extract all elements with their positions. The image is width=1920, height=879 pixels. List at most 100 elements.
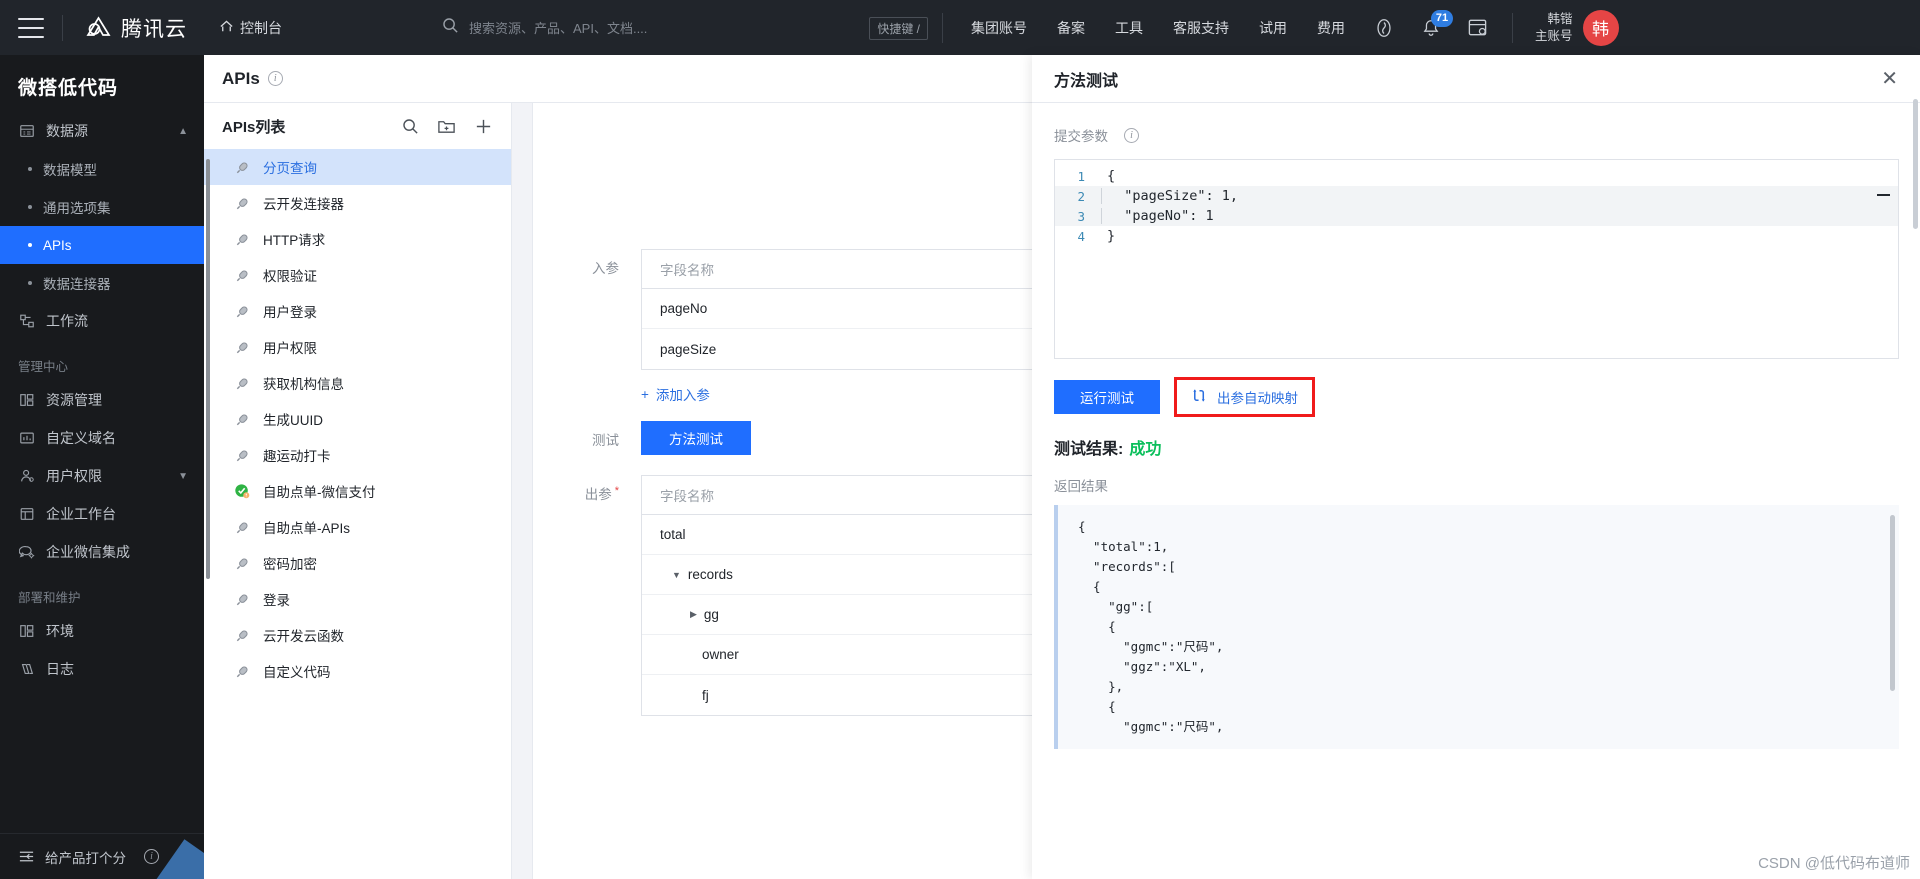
sidebar-item-data-model[interactable]: 数据模型 [0, 150, 204, 188]
api-list-item-12[interactable]: 密码加密 [204, 545, 511, 581]
search-icon[interactable] [402, 118, 419, 135]
sidebar-item-resource-mgmt[interactable]: 资源管理 [0, 381, 204, 419]
line-number: 1 [1077, 168, 1085, 184]
code-text: "pageNo": 1 [1101, 208, 1214, 224]
code-line-1[interactable]: 1{ [1055, 166, 1898, 186]
api-list-item-13[interactable]: 登录 [204, 581, 511, 617]
test-result-label: 测试结果: [1054, 441, 1124, 458]
table-row[interactable]: owner [642, 635, 1060, 675]
new-folder-icon[interactable] [437, 117, 456, 136]
left-sidebar: 微搭低代码 数据源 ▲ 数据模型 通用选项集 APIs 数据连接器 工作流 管理… [0, 55, 204, 879]
plug-icon [234, 591, 251, 608]
api-list-item-2[interactable]: 云开发连接器 [204, 185, 511, 221]
sidebar-item-logs[interactable]: 日志 [0, 650, 204, 688]
code-line-4[interactable]: 4} [1055, 226, 1898, 246]
nav-item-trial[interactable]: 试用 [1259, 18, 1287, 38]
sidebar-item-label: 资源管理 [46, 392, 102, 408]
code-line-2[interactable]: 2 "pageSize": 1, [1055, 186, 1898, 206]
avatar[interactable]: 韩 [1582, 9, 1619, 46]
sidebar-item-option-sets[interactable]: 通用选项集 [0, 188, 204, 226]
rate-corner-decoration [150, 839, 204, 879]
header-icon-group: 71 [1373, 9, 1488, 39]
notification-bell-icon[interactable]: 71 [1421, 9, 1453, 38]
api-list-item-14[interactable]: 云开发云函数 [204, 617, 511, 653]
api-list-item-5[interactable]: 用户登录 [204, 293, 511, 329]
nav-item-tools[interactable]: 工具 [1115, 18, 1143, 38]
api-list-item-6[interactable]: 用户权限 [204, 329, 511, 365]
return-result-scrollbar[interactable] [1890, 515, 1895, 691]
hamburger-icon[interactable] [18, 17, 44, 38]
auto-map-label: 出参自动映射 [1217, 391, 1298, 406]
sidebar-item-environment[interactable]: 环境 [0, 612, 204, 650]
table-row[interactable]: fj [642, 675, 1060, 715]
api-list-item-label: 云开发云函数 [263, 629, 344, 644]
table-row[interactable]: total [642, 515, 1060, 555]
chevron-right-icon[interactable]: ▶ [690, 609, 697, 620]
return-result-box[interactable]: { "total":1, "records":[ { "gg":[ { "ggm… [1054, 505, 1899, 749]
method-test-button[interactable]: 方法测试 [641, 421, 751, 455]
api-list-item-7[interactable]: 获取机构信息 [204, 365, 511, 401]
sidebar-group-manage: 管理中心 [18, 360, 69, 374]
chevron-down-icon[interactable]: ▼ [672, 570, 681, 580]
table-row[interactable]: ▶ gg [642, 595, 1060, 635]
collapse-menu-icon [18, 848, 35, 865]
sidebar-item-wecom-integration[interactable]: 企业微信集成 [0, 533, 204, 571]
api-list-item-label: 分页查询 [263, 161, 317, 176]
top-header: 腾讯云 控制台 搜索资源、产品、API、文档.... 快捷键 / 集团账号 备案… [0, 0, 1920, 55]
submit-params-editor[interactable]: 1{2 "pageSize": 1, 3 "pageNo": 1 4} [1054, 159, 1899, 359]
info-icon[interactable]: i [267, 71, 283, 86]
sidebar-item-data-connector[interactable]: 数据连接器 [0, 264, 204, 302]
api-list-item-label: 趣运动打卡 [263, 449, 331, 464]
chevron-down-icon[interactable]: ▼ [178, 471, 188, 482]
test-row: 测试 方法测试 [533, 421, 751, 455]
api-list-item-3[interactable]: HTTP请求 [204, 221, 511, 257]
workbench-settings-icon[interactable] [1467, 17, 1488, 38]
api-list-item-label: 用户权限 [263, 341, 317, 356]
brand-logo[interactable]: 腾讯云 [85, 13, 187, 43]
api-list-scrollbar[interactable] [206, 159, 210, 579]
nav-item-billing[interactable]: 费用 [1317, 18, 1345, 38]
plug-icon [234, 411, 251, 428]
api-list-item-1[interactable]: 分页查询 [204, 149, 511, 185]
run-test-button[interactable]: 运行测试 [1054, 380, 1160, 414]
user-menu[interactable]: 韩锴 主账号 韩 [1535, 9, 1619, 46]
sidebar-item-workflow[interactable]: 工作流 [0, 302, 204, 340]
table-row[interactable]: pageSize [642, 329, 1060, 369]
info-icon[interactable]: i [1124, 127, 1139, 143]
api-list-item-8[interactable]: 生成UUID [204, 401, 511, 437]
plug-icon [234, 303, 251, 320]
assistant-icon[interactable] [1373, 17, 1395, 39]
code-line-3[interactable]: 3 "pageNo": 1 [1055, 206, 1898, 226]
nav-item-beian[interactable]: 备案 [1057, 18, 1085, 38]
test-result-value: 成功 [1129, 441, 1162, 458]
api-list-item-4[interactable]: 权限验证 [204, 257, 511, 293]
add-icon[interactable] [474, 117, 493, 136]
search-input[interactable]: 搜索资源、产品、API、文档.... 快捷键 / [442, 12, 932, 44]
auto-map-output-button[interactable]: 出参自动映射 [1174, 377, 1315, 417]
header-divider-3 [1512, 12, 1513, 43]
console-link[interactable]: 控制台 [219, 18, 282, 38]
chevron-up-icon[interactable]: ▲ [178, 126, 188, 137]
sidebar-title: 微搭低代码 [18, 78, 119, 99]
api-list-item-15[interactable]: 自定义代码 [204, 653, 511, 689]
sidebar-item-user-permission[interactable]: 用户权限 ▼ [0, 457, 204, 495]
add-in-param-button[interactable]: + 添加入参 [641, 384, 1061, 404]
header-nav: 集团账号 备案 工具 客服支持 试用 费用 [971, 18, 1345, 38]
bullet-icon [28, 281, 32, 285]
close-icon[interactable]: ✕ [1881, 69, 1898, 89]
nav-item-support[interactable]: 客服支持 [1173, 18, 1229, 38]
line-number: 3 [1077, 208, 1085, 224]
collapse-fold-icon[interactable] [1877, 194, 1890, 196]
table-row[interactable]: ▼ records [642, 555, 1060, 595]
table-row[interactable]: pageNo [642, 289, 1060, 329]
sidebar-item-apis[interactable]: APIs [0, 226, 204, 264]
sidebar-item-custom-domain[interactable]: 自定义域名 [0, 419, 204, 457]
sidebar-item-datasource[interactable]: 数据源 ▲ [0, 112, 204, 150]
out-params-col-header: 字段名称 [642, 476, 1060, 515]
return-result-json: { "total":1, "records":[ { "gg":[ { "ggm… [1078, 519, 1224, 734]
api-list-item-9[interactable]: 趣运动打卡 [204, 437, 511, 473]
api-list-item-10[interactable]: 自助点单-微信支付 [204, 473, 511, 509]
sidebar-item-enterprise-workbench[interactable]: 企业工作台 [0, 495, 204, 533]
nav-item-group-account[interactable]: 集团账号 [971, 18, 1027, 38]
api-list-item-11[interactable]: 自助点单-APIs [204, 509, 511, 545]
